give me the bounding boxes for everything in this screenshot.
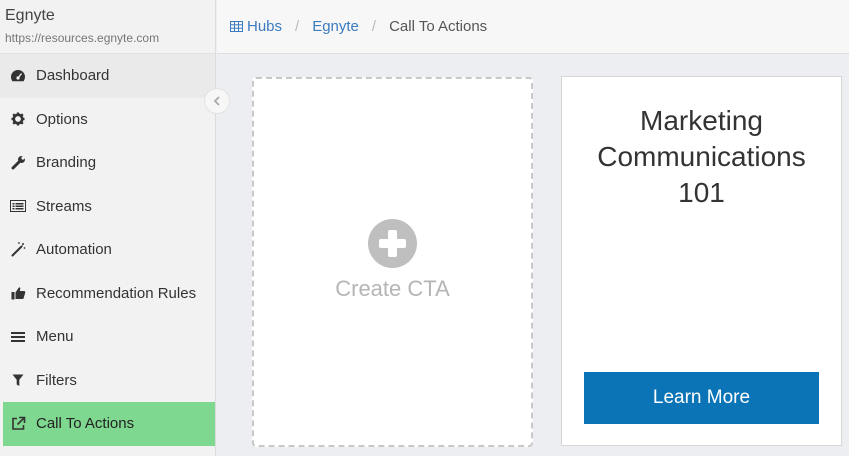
brand-url: https://resources.egnyte.com — [5, 31, 160, 45]
sidebar-item-menu[interactable]: Menu — [0, 315, 215, 359]
breadcrumb-separator: / — [371, 18, 377, 35]
sidebar-collapse-button[interactable] — [204, 88, 230, 114]
sidebar-item-label: Menu — [36, 328, 74, 346]
sidebar: Egnyte https://resources.egnyte.com Dash… — [0, 0, 216, 456]
sidebar-item-label: Recommendation Rules — [36, 284, 197, 302]
breadcrumb-hubs-label: Hubs — [247, 18, 283, 35]
breadcrumb: Hubs / Egnyte / Call To Actions — [217, 0, 849, 54]
sidebar-item-streams[interactable]: Streams — [0, 185, 215, 229]
breadcrumb-separator: / — [295, 18, 300, 35]
dashboard-icon — [10, 68, 26, 84]
learn-more-button[interactable]: Learn More — [584, 372, 819, 424]
thumbs-up-icon — [10, 285, 26, 301]
sidebar-item-label: Dashboard — [36, 67, 110, 85]
sidebar-item-label: Streams — [36, 197, 92, 215]
breadcrumb-hubs[interactable]: Hubs — [230, 18, 282, 35]
filter-icon — [10, 372, 26, 388]
cta-title: Marketing Communications 101 — [597, 105, 806, 208]
sidebar-item-dashboard[interactable]: Dashboard — [0, 54, 215, 98]
breadcrumb-egnyte[interactable]: Egnyte — [312, 18, 359, 35]
sidebar-item-call-to-actions[interactable]: Call To Actions — [3, 402, 215, 446]
sidebar-item-label: Automation — [36, 241, 112, 259]
list-icon — [10, 198, 26, 214]
gear-icon — [10, 111, 26, 127]
sidebar-nav: Dashboard Options Branding Streams Autom… — [0, 54, 215, 446]
create-cta-label: Create CTA — [335, 276, 450, 301]
wrench-icon — [10, 155, 26, 171]
bars-icon — [10, 329, 26, 345]
external-link-icon — [10, 416, 26, 432]
sidebar-item-label: Call To Actions — [36, 415, 135, 433]
create-cta-card[interactable]: Create CTA — [252, 77, 533, 447]
table-icon — [230, 21, 243, 32]
breadcrumb-current: Call To Actions — [389, 18, 488, 35]
magic-wand-icon — [10, 242, 26, 258]
brand-name: Egnyte — [5, 7, 55, 24]
cta-card[interactable]: Marketing Communications 101 Learn More — [561, 76, 842, 446]
brand-block: Egnyte https://resources.egnyte.com — [0, 0, 215, 54]
sidebar-item-label: Options — [36, 110, 88, 128]
sidebar-item-recommendation-rules[interactable]: Recommendation Rules — [0, 272, 215, 316]
sidebar-item-label: Filters — [36, 371, 77, 389]
sidebar-item-label: Branding — [36, 154, 97, 172]
plus-circle-icon — [368, 219, 417, 268]
sidebar-item-branding[interactable]: Branding — [0, 141, 215, 185]
sidebar-item-filters[interactable]: Filters — [0, 359, 215, 403]
sidebar-item-options[interactable]: Options — [0, 98, 215, 142]
sidebar-item-automation[interactable]: Automation — [0, 228, 215, 272]
chevron-left-icon — [213, 94, 221, 109]
